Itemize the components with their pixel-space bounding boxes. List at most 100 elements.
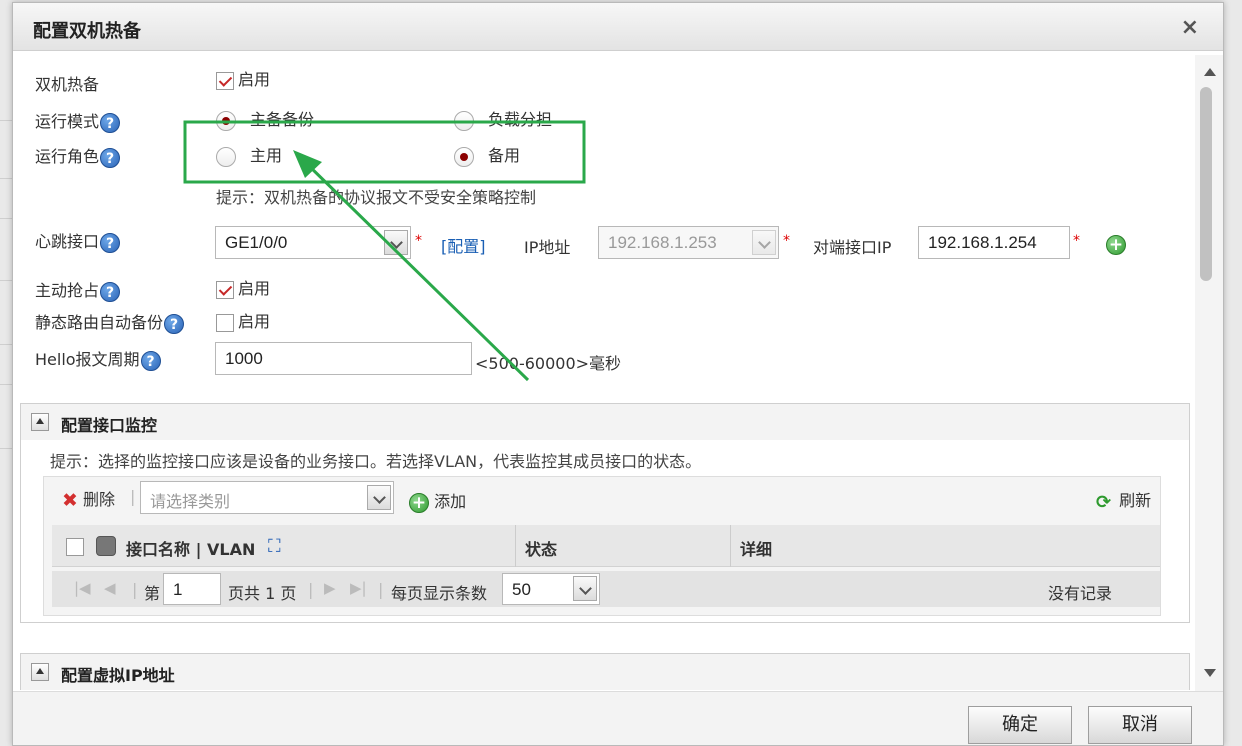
network-icon: ⛶ [268,536,281,557]
delete-button[interactable]: ✖ 删除 [62,486,115,512]
mode-load-share-radio[interactable] [454,110,474,131]
dialog-content: 双机热备 启用 运行模式? 主备备份 负载分担 运行角色? 主用 备用 提示：双… [13,52,1193,690]
static-route-enable-label: 启用 [238,312,271,331]
preempt-label: 主动抢占 [35,281,100,300]
preempt-enable-label: 启用 [238,279,271,298]
scroll-down-icon[interactable] [1204,669,1216,677]
vip-panel-title: 配置虚拟IP地址 [61,666,175,685]
category-placeholder: 请选择类别 [150,492,231,511]
hello-label-row: Hello报文周期? [35,346,161,371]
cancel-button[interactable]: 取消 [1088,706,1192,744]
role-standby-radio[interactable] [454,146,474,167]
role-active-option[interactable]: 主用 [216,142,282,167]
add-button[interactable]: + 添加 [409,488,466,513]
grid-header: 接口名称 | VLAN ⛶ 状态 详细 [52,525,1160,567]
help-icon[interactable]: ? [164,313,185,334]
select-all-checkbox[interactable] [66,537,84,556]
help-icon[interactable]: ? [140,350,161,371]
vip-panel-header: 配置虚拟IP地址 [21,654,1189,690]
delete-label: 删除 [83,490,116,509]
heartbeat-interface-select[interactable]: GE1/0/0 [215,226,411,259]
per-page-value: 50 [512,580,531,599]
role-active-label: 主用 [250,146,283,165]
add-icon[interactable]: + [1106,234,1126,255]
scroll-thumb[interactable] [1200,87,1212,281]
help-icon[interactable]: ? [100,232,121,253]
column-divider [515,525,516,567]
ha-enable-checkbox[interactable] [216,71,234,90]
required-mark: * [415,233,422,249]
static-route-checkbox[interactable] [216,313,234,332]
per-page-label: 每页显示条数 [391,584,488,603]
heartbeat-interface-value: GE1/0/0 [225,233,288,252]
close-icon[interactable]: × [1181,15,1199,40]
mode-label-row: 运行模式? [35,108,121,133]
chevron-down-icon[interactable] [367,485,391,510]
static-route-label: 静态路由自动备份 [35,313,164,332]
mode-active-standby-label: 主备备份 [250,110,315,129]
prev-page-icon[interactable]: ◀ [104,579,116,597]
hello-interval-input[interactable]: 1000 [215,342,472,375]
interface-icon [96,536,116,556]
required-mark: * [783,233,790,249]
column-interface-name[interactable]: 接口名称 | VLAN [126,536,255,560]
static-route-label-row: 静态路由自动备份? [35,309,185,334]
preempt-enable-row: 启用 [216,275,270,299]
mode-active-standby-option[interactable]: 主备备份 [216,106,314,131]
role-standby-option[interactable]: 备用 [454,142,520,167]
dialog-titlebar: 配置双机热备 × [13,3,1223,51]
static-route-enable-row: 启用 [216,308,270,332]
ha-protocol-hint: 提示：双机热备的协议报文不受安全策略控制 [216,188,537,207]
add-interface-row[interactable]: + [1106,234,1126,255]
hello-label: Hello报文周期 [35,350,140,369]
help-icon[interactable]: ? [100,281,121,302]
ip-address-select: 192.168.1.253 [598,226,779,259]
heartbeat-config-link[interactable]: [配置] [441,233,486,257]
peer-ip-input[interactable]: 192.168.1.254 [918,226,1070,259]
per-page-select[interactable]: 50 [502,573,600,605]
mode-load-share-option[interactable]: 负载分担 [454,106,552,131]
heartbeat-label-row: 心跳接口? [35,228,121,253]
select-all-checkbox-wrap[interactable] [66,536,88,556]
refresh-label: 刷新 [1119,491,1152,510]
required-mark: * [1073,233,1080,249]
collapse-icon[interactable] [31,663,49,681]
chevron-down-icon[interactable] [573,576,597,601]
mode-active-standby-radio[interactable] [216,110,236,131]
refresh-button[interactable]: ⟳ 刷新 [1096,487,1152,513]
help-icon[interactable]: ? [100,112,121,133]
scroll-up-icon[interactable] [1204,68,1216,76]
add-label: 添加 [434,492,467,511]
collapse-icon[interactable] [31,413,49,431]
separator: | [378,580,384,599]
page-prefix: 第 [144,584,161,603]
chevron-down-icon[interactable] [384,230,408,255]
column-status[interactable]: 状态 [525,536,557,560]
hello-range: <500-60000>毫秒 [475,354,622,373]
first-page-icon[interactable]: |◀ [74,579,91,597]
column-divider [730,525,731,567]
page-total: 页共 1 页 [228,584,297,603]
next-page-icon[interactable]: ▶ [324,579,336,597]
column-detail[interactable]: 详细 [740,536,772,560]
hello-interval-value: 1000 [225,349,263,368]
last-page-icon[interactable]: ▶| [350,579,367,597]
monitor-panel-title: 配置接口监控 [61,416,158,435]
ha-label: 双机热备 [35,75,100,94]
page-number-input[interactable]: 1 [163,573,221,605]
refresh-icon: ⟳ [1096,491,1112,513]
category-select[interactable]: 请选择类别 [140,481,394,514]
help-icon[interactable]: ? [100,147,121,168]
ok-button[interactable]: 确定 [968,706,1072,744]
monitor-hint: 提示：选择的监控接口应该是设备的业务接口。若选择VLAN，代表监控其成员接口的状… [50,452,702,471]
ip-label: IP地址 [524,238,571,257]
preempt-checkbox[interactable] [216,280,234,299]
delete-icon: ✖ [62,489,78,512]
separator: | [130,487,136,506]
vertical-scrollbar[interactable] [1195,55,1223,691]
peer-ip-value: 192.168.1.254 [928,233,1037,252]
role-label-row: 运行角色? [35,143,121,168]
virtual-ip-panel: 配置虚拟IP地址 [20,653,1190,690]
role-active-radio[interactable] [216,146,236,167]
monitor-grid: ✖ 删除 | 请选择类别 + 添加 ⟳ 刷新 接口名称 | VLAN ⛶ 状态 … [43,476,1161,616]
